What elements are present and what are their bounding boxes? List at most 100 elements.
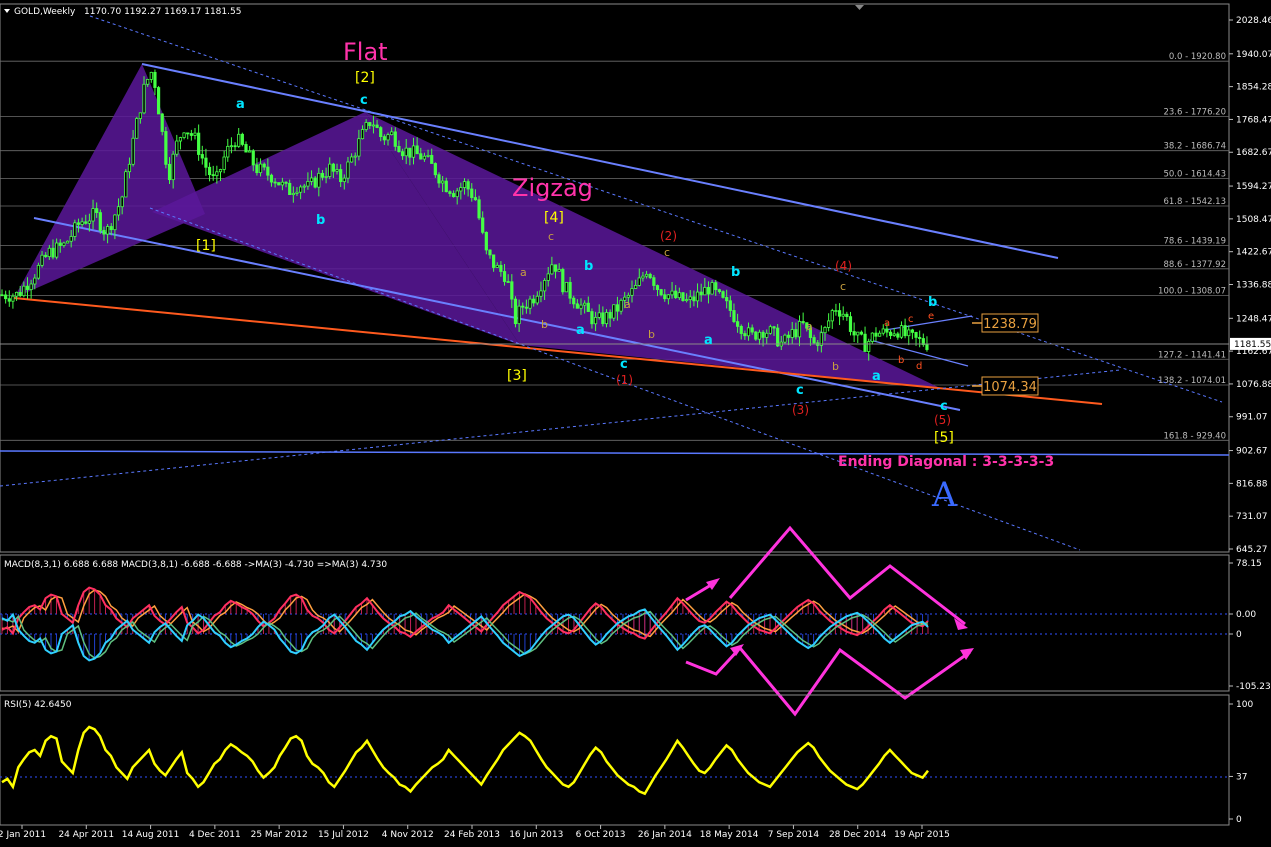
candle-body xyxy=(677,292,681,299)
current-price-marker-label: 1181.55 xyxy=(1234,340,1271,350)
candle-body xyxy=(572,297,576,305)
chart-background xyxy=(0,0,1271,847)
candle-body xyxy=(823,327,827,334)
wave-red-4: (4) xyxy=(835,259,852,273)
candle-body xyxy=(138,112,142,119)
candle-body xyxy=(422,155,427,160)
candle-body xyxy=(331,163,335,172)
candle-body xyxy=(652,277,656,286)
candle-body xyxy=(444,180,448,193)
candle-body xyxy=(557,269,561,272)
candle-body xyxy=(495,264,499,268)
time-axis-label: 4 Dec 2011 xyxy=(189,830,241,840)
candle-body xyxy=(364,122,368,130)
candle-body xyxy=(262,163,266,168)
candle-body xyxy=(237,133,241,147)
candle-body xyxy=(546,273,550,281)
candle-body xyxy=(182,132,186,138)
candle-body xyxy=(685,299,689,301)
candle-body xyxy=(280,181,285,186)
wave-cyan-c4: c xyxy=(940,399,948,414)
candle-body xyxy=(357,138,361,157)
candle-body xyxy=(699,291,703,296)
candle-body xyxy=(641,275,645,279)
candle-body xyxy=(419,153,423,160)
wave-label-5: [5] xyxy=(934,430,954,446)
candle-body xyxy=(306,180,310,187)
candle-body xyxy=(542,280,547,292)
candle-body xyxy=(430,154,434,164)
candle-body xyxy=(4,294,8,300)
candle-body xyxy=(160,113,164,132)
price-axis-label: 816.88 xyxy=(1236,479,1268,489)
candle-body xyxy=(637,277,641,286)
candle-body xyxy=(644,273,649,277)
wave-label-1: [1] xyxy=(196,238,216,254)
candle-body xyxy=(113,214,117,231)
candle-body xyxy=(517,305,521,325)
candle-body xyxy=(248,150,252,153)
time-axis-label: 16 Jun 2013 xyxy=(509,830,563,840)
wave-label-3: [3] xyxy=(507,368,527,384)
candle-body xyxy=(171,153,175,181)
fib-level-label: 50.0 - 1614.43 xyxy=(1163,169,1226,179)
candle-body xyxy=(841,313,845,317)
candle-body xyxy=(735,321,740,327)
candle-body xyxy=(258,163,263,174)
candle-body xyxy=(532,298,536,304)
candle-body xyxy=(142,83,146,114)
wave-label-4: [4] xyxy=(544,210,564,226)
candle-body xyxy=(896,333,900,338)
wave-red-1: (1) xyxy=(616,373,633,387)
price-box-upper-label: 1238.79 xyxy=(983,317,1037,332)
candle-body xyxy=(335,169,339,172)
wave-orange-e: e xyxy=(928,311,934,322)
price-box-lower-label: 1074.34 xyxy=(983,380,1037,395)
candle-body xyxy=(47,247,51,257)
candle-body xyxy=(328,163,332,177)
time-axis-label: 7 Sep 2014 xyxy=(768,830,820,840)
candle-body xyxy=(404,147,408,157)
wave-orange-d: d xyxy=(916,361,922,372)
time-axis-label: 15 Jul 2012 xyxy=(318,830,369,840)
candle-body xyxy=(528,298,532,309)
fib-level-label: 61.8 - 1542.13 xyxy=(1163,197,1226,207)
candle-body xyxy=(215,171,219,177)
macd-axis-label: 0.00 xyxy=(1236,610,1256,620)
candle-body xyxy=(692,296,696,302)
candle-body xyxy=(299,186,303,193)
candle-body xyxy=(583,302,587,306)
price-axis-label: 1508.47 xyxy=(1236,215,1271,225)
candle-body xyxy=(502,271,507,282)
fib-level-label: 127.2 - 1141.41 xyxy=(1158,350,1226,360)
candle-body xyxy=(488,249,492,256)
candle-body xyxy=(776,327,780,347)
time-axis-label: 19 Apr 2015 xyxy=(894,830,950,840)
candle-body xyxy=(655,285,660,290)
candle-body xyxy=(288,182,292,196)
candle-body xyxy=(69,236,73,242)
wave-orange-b: b xyxy=(898,355,904,366)
wave-red-3: (3) xyxy=(792,403,809,417)
candle-body xyxy=(590,311,594,325)
candle-body xyxy=(878,332,882,337)
candle-body xyxy=(76,222,81,225)
candle-body xyxy=(794,329,798,338)
candle-body xyxy=(204,157,208,168)
candle-body xyxy=(539,290,543,297)
candle-body xyxy=(226,145,230,158)
wave-small-a1: a xyxy=(520,266,527,279)
candle-body xyxy=(84,221,88,224)
wave-small-c1: c xyxy=(548,230,554,243)
candle-body xyxy=(317,172,321,188)
candle-body xyxy=(473,197,478,201)
candle-body xyxy=(342,177,346,182)
candle-body xyxy=(768,326,772,334)
candle-body xyxy=(626,294,630,298)
candle-body xyxy=(925,344,929,350)
candle-body xyxy=(750,327,754,333)
candle-body xyxy=(874,332,878,337)
candle-body xyxy=(0,294,4,297)
candle-body xyxy=(40,254,44,266)
candle-body xyxy=(65,240,70,244)
